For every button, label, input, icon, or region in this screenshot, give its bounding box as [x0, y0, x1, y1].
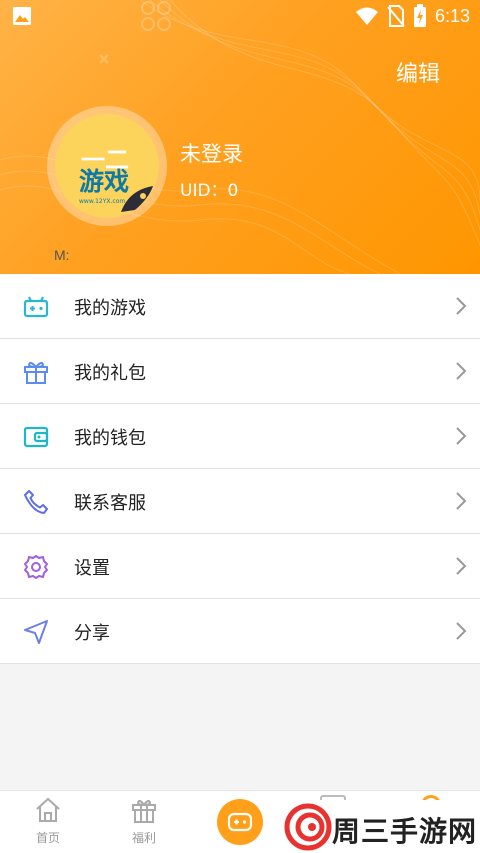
- gamepad-icon: [23, 296, 49, 318]
- image-notification-icon: [12, 6, 32, 30]
- menu-item-my-gifts[interactable]: 我的礼包: [0, 339, 480, 404]
- m-label: M:: [54, 247, 70, 263]
- menu-item-my-games[interactable]: 我的游戏: [0, 274, 480, 339]
- avatar-ring[interactable]: 一二 游戏 www.12YX.com: [47, 106, 167, 226]
- chevron-right-icon: [456, 622, 467, 640]
- gear-icon: [24, 555, 48, 579]
- tab-welfare[interactable]: 福利: [114, 797, 174, 846]
- tab-home[interactable]: 首页: [18, 797, 78, 846]
- avatar[interactable]: 一二 游戏 www.12YX.com: [55, 114, 159, 218]
- username-label[interactable]: 未登录: [180, 138, 243, 168]
- chevron-right-icon: [456, 492, 467, 510]
- menu-item-settings[interactable]: 设置: [0, 534, 480, 599]
- menu-label: 我的礼包: [74, 363, 146, 384]
- phone-icon: [24, 490, 48, 514]
- edit-profile-button[interactable]: 编辑: [396, 56, 440, 88]
- tab-welfare-label: 福利: [131, 831, 156, 845]
- menu-item-share[interactable]: 分享: [0, 599, 480, 664]
- chevron-right-icon: [456, 427, 467, 445]
- menu-label: 联系客服: [74, 493, 146, 514]
- no-sim-icon: [387, 5, 405, 27]
- gift-icon: [24, 361, 48, 384]
- gift-icon: [132, 799, 156, 823]
- rocket-icon: [121, 186, 153, 212]
- menu-label: 分享: [74, 623, 110, 644]
- menu-item-my-wallet[interactable]: 我的钱包: [0, 404, 480, 469]
- wifi-icon: [355, 7, 378, 25]
- battery-icon: [413, 4, 426, 27]
- uid-value: 0: [227, 181, 239, 201]
- profile-menu: 我的游戏 我的礼包 我的钱包 联系客服 设置 分享: [0, 274, 480, 664]
- menu-item-customer-service[interactable]: 联系客服: [0, 469, 480, 534]
- uid-row: UID：0: [180, 176, 238, 201]
- tab-home-label: 首页: [35, 831, 60, 845]
- send-icon: [24, 620, 48, 644]
- home-icon: [36, 797, 60, 822]
- chevron-right-icon: [456, 297, 467, 315]
- menu-label: 我的钱包: [74, 428, 146, 449]
- watermark: 周三手游网: [280, 800, 480, 853]
- gamepad-icon: [227, 812, 253, 832]
- watermark-logo-icon: [284, 803, 332, 851]
- status-time: 6:13: [434, 5, 470, 26]
- profile-header: 6:13 编辑 一二 游戏 www.12YX.com 未登录 UID：0 M:: [0, 0, 480, 274]
- watermark-text: 周三手游网: [332, 815, 478, 848]
- menu-label: 我的游戏: [74, 298, 146, 319]
- status-bar: 6:13: [0, 0, 480, 32]
- tab-game-center[interactable]: [217, 799, 263, 845]
- uid-label: UID：: [180, 181, 228, 201]
- menu-label: 设置: [74, 558, 110, 579]
- chevron-right-icon: [456, 362, 467, 380]
- chevron-right-icon: [456, 557, 467, 575]
- wallet-icon: [23, 426, 49, 448]
